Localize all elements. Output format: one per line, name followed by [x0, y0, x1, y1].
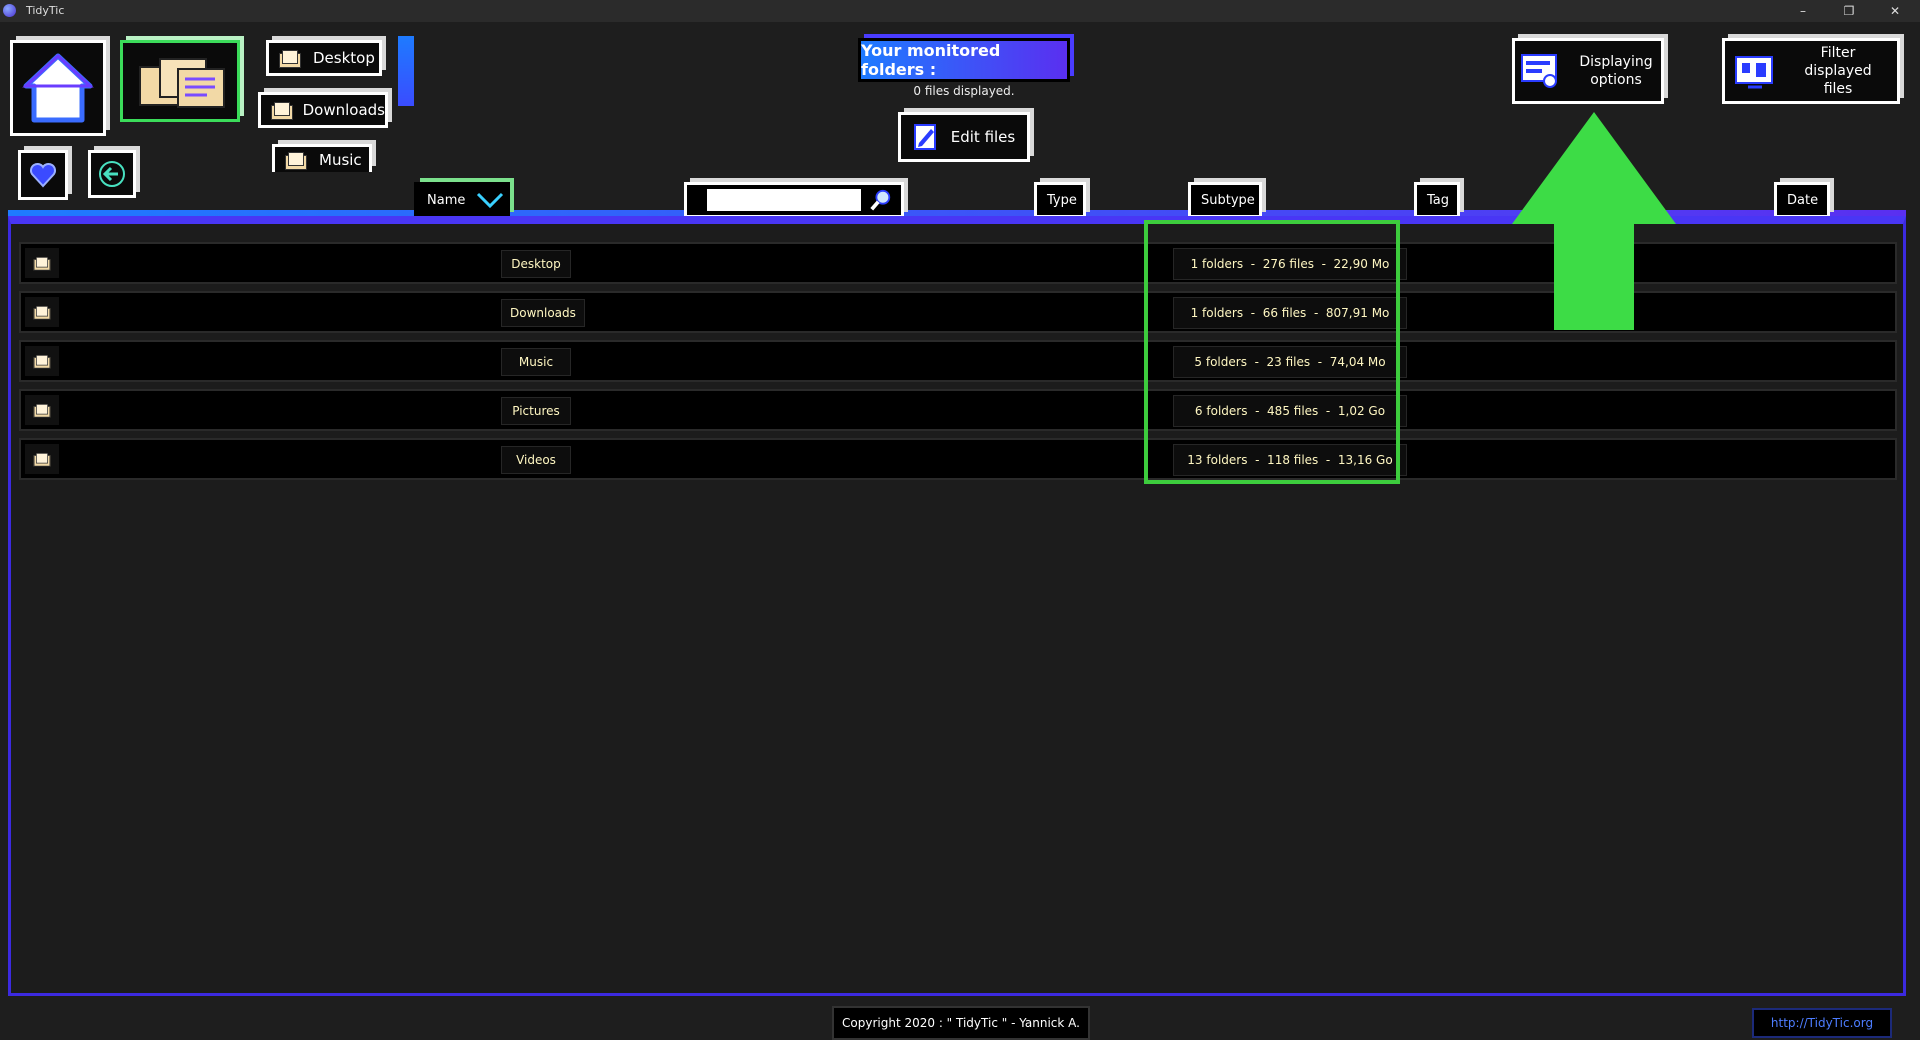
window-title: TidyTic: [26, 4, 65, 17]
quick-downloads-label: Downloads: [302, 101, 385, 119]
quick-desktop-label: Desktop: [313, 49, 375, 67]
folder-icon: [33, 306, 51, 320]
row-name: Desktop: [501, 250, 571, 278]
chevron-down-icon[interactable]: [475, 190, 505, 210]
table-row[interactable]: Music 5 folders - 23 files - 74,04 Mo: [19, 340, 1897, 382]
folder-list-panel: Desktop 1 folders - 276 files - 22,90 Mo…: [8, 216, 1906, 996]
folder-icon: [279, 50, 301, 68]
files-displayed-count: 0 files displayed.: [913, 84, 1015, 98]
row-name: Downloads: [501, 299, 585, 327]
quick-music-button[interactable]: Music: [272, 144, 372, 172]
table-row[interactable]: Pictures 6 folders - 485 files - 1,02 Go: [19, 389, 1897, 431]
column-subtype-header[interactable]: Subtype: [1188, 182, 1262, 218]
filter-files-button[interactable]: Filter displayed files: [1722, 38, 1900, 104]
subtype-highlight-box: [1144, 220, 1400, 484]
filter-icon: [1735, 56, 1773, 89]
home-button[interactable]: [10, 40, 106, 136]
column-tag-header[interactable]: Tag: [1414, 182, 1460, 218]
minimize-button[interactable]: –: [1780, 0, 1826, 22]
folder-icon: [271, 102, 293, 120]
search-input[interactable]: [707, 189, 861, 211]
row-icon-cell: [25, 297, 59, 327]
displaying-options-label: Displaying options: [1579, 54, 1653, 88]
monitored-folders-title: Your monitored folders :: [858, 38, 1070, 82]
quick-access-scrollbar[interactable]: [398, 36, 414, 106]
column-name-header[interactable]: Name: [414, 182, 510, 218]
restore-button[interactable]: ❐: [1826, 0, 1872, 22]
edit-files-label: Edit files: [950, 128, 1016, 146]
folder-icon: [33, 257, 51, 271]
column-name-label: Name: [427, 192, 466, 208]
edit-icon: [913, 124, 936, 150]
folder-icon: [33, 355, 51, 369]
copyright-text: Copyright 2020 : " TidyTic " - Yannick A…: [832, 1006, 1090, 1040]
folders-icon: [139, 58, 225, 108]
folder-icon: [33, 404, 51, 418]
website-link[interactable]: http://TidyTic.org: [1752, 1008, 1892, 1038]
row-icon-cell: [25, 444, 59, 474]
filter-files-label: Filter displayed files: [1804, 45, 1872, 97]
table-row[interactable]: Videos 13 folders - 118 files - 13,16 Go: [19, 438, 1897, 480]
folder-icon: [33, 453, 51, 467]
edit-files-button[interactable]: Edit files: [898, 112, 1030, 162]
app-icon: [3, 4, 16, 17]
title-bar: TidyTic – ❐ ✕: [0, 0, 1920, 22]
row-icon-cell: [25, 248, 59, 278]
arrow-up-annotation-icon: [1512, 112, 1676, 330]
row-icon-cell: [25, 346, 59, 376]
favorites-button[interactable]: [18, 150, 68, 200]
search-bar: [684, 182, 904, 218]
close-button[interactable]: ✕: [1872, 0, 1918, 22]
quick-music-label: Music: [319, 150, 362, 169]
quick-downloads-button[interactable]: Downloads: [258, 92, 388, 128]
row-icon-cell: [25, 395, 59, 425]
row-name: Pictures: [501, 397, 571, 425]
quick-desktop-button[interactable]: Desktop: [266, 40, 382, 76]
heart-icon: [29, 162, 57, 188]
back-arrow-icon: [99, 161, 125, 187]
column-type-header[interactable]: Type: [1034, 182, 1086, 218]
folder-icon: [285, 151, 307, 170]
column-date-header[interactable]: Date: [1774, 182, 1830, 218]
home-icon: [22, 53, 94, 123]
row-name: Music: [501, 348, 571, 376]
row-name: Videos: [501, 446, 571, 474]
display-settings-icon: [1521, 54, 1557, 88]
back-button[interactable]: [88, 150, 136, 198]
search-icon[interactable]: [869, 187, 893, 213]
displaying-options-button[interactable]: Displaying options: [1512, 38, 1664, 104]
folders-view-button[interactable]: [120, 40, 240, 122]
